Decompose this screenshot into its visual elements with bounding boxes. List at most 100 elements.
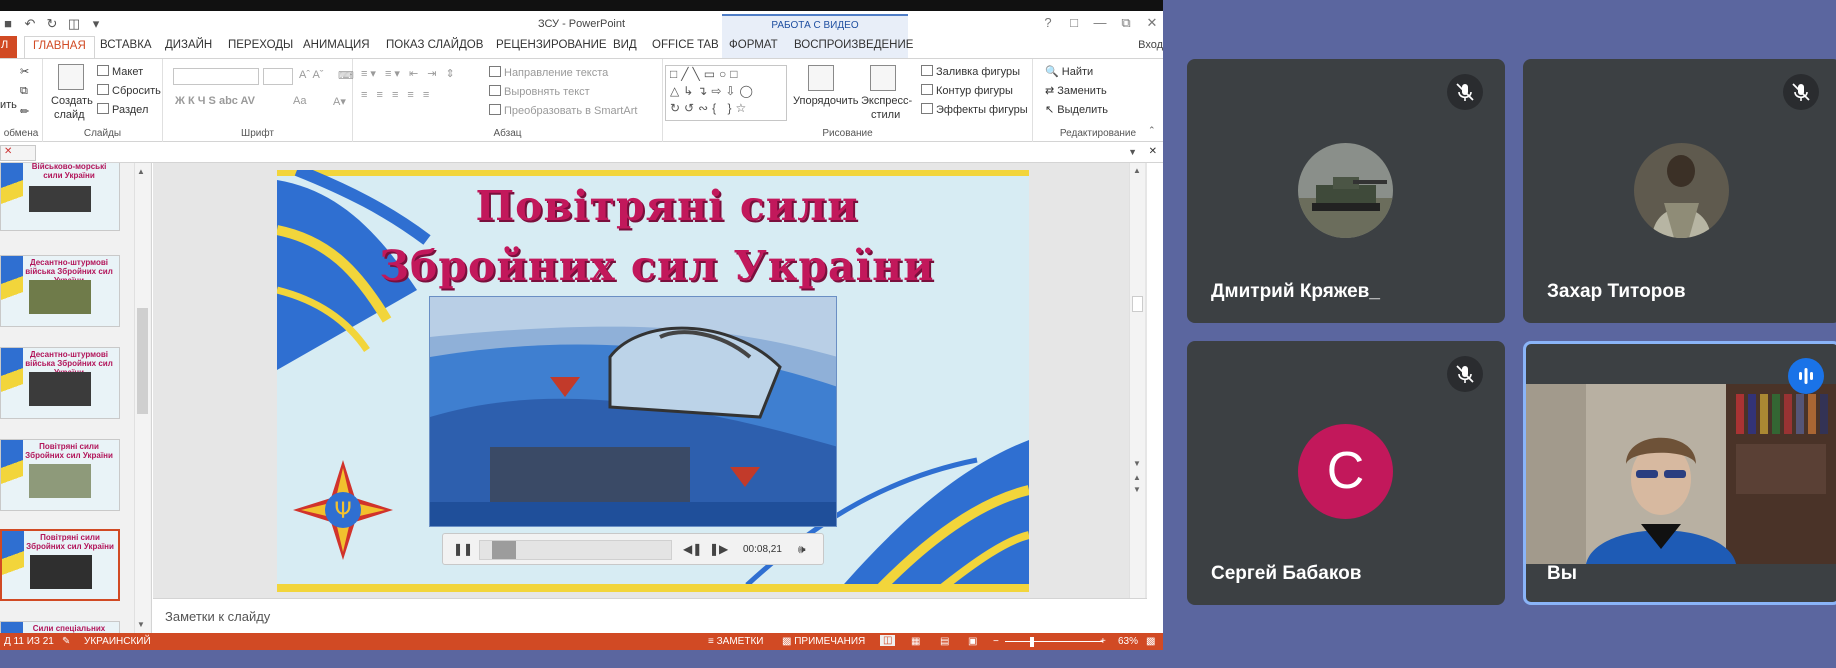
align-text-button[interactable]: Выровнять текст	[489, 85, 590, 98]
tab-file[interactable]: Л	[0, 36, 17, 58]
fit-to-window-icon[interactable]: ▩	[1146, 636, 1155, 647]
comments-toggle[interactable]: ▩ ПРИМЕЧАНИЯ	[782, 636, 865, 647]
new-slide-button-line2[interactable]: слайд	[54, 109, 85, 121]
format-painter-icon[interactable]: ✏	[20, 105, 29, 118]
thumbnails-scrollbar[interactable]: ▲ ▼	[134, 163, 150, 633]
close-icon[interactable]: ✕	[1145, 15, 1159, 31]
participant-tile[interactable]: Дмитрий Кряжев_	[1187, 59, 1505, 323]
layout-button[interactable]: Макет	[97, 65, 143, 78]
font-size-combo[interactable]	[263, 68, 293, 85]
mic-off-icon[interactable]	[1447, 74, 1483, 110]
slide-thumbnail[interactable]: Десантно-штурмові війська Збройних сил У…	[0, 255, 120, 327]
tab-animation[interactable]: АНИМАЦИЯ	[303, 39, 370, 51]
font-name-combo[interactable]	[173, 68, 259, 85]
smartart-button[interactable]: Преобразовать в SmartArt	[489, 104, 637, 117]
step-back-icon[interactable]: ◀❚	[683, 542, 702, 556]
step-forward-icon[interactable]: ❚▶	[709, 542, 728, 556]
tab-review[interactable]: РЕЦЕНЗИРОВАНИЕ	[496, 39, 607, 51]
cut-icon[interactable]: ✂	[20, 65, 29, 78]
language-indicator[interactable]: УКРАИНСКИЙ	[84, 636, 151, 647]
slide-scroll-up-icon[interactable]: ▲	[1133, 166, 1141, 175]
change-case-button[interactable]: Aa	[293, 95, 306, 107]
scroll-down-icon[interactable]: ▼	[137, 620, 145, 629]
slide-thumbnail[interactable]: Військово-морські сили України	[0, 163, 120, 231]
shape-effects-button[interactable]: Эффекты фигуры	[921, 103, 1028, 116]
close-doc-tab-icon[interactable]: ✕	[1149, 146, 1157, 157]
restore-icon[interactable]: ⧉	[1119, 15, 1133, 31]
new-slide-icon[interactable]	[58, 64, 84, 90]
slideshow-view-icon[interactable]: ▣	[968, 636, 977, 647]
quick-styles-button-line2[interactable]: стили	[871, 109, 900, 121]
participant-tile-self[interactable]: Вы	[1523, 341, 1836, 605]
reading-view-icon[interactable]: ▤	[940, 636, 949, 647]
tab-view[interactable]: ВИД	[613, 39, 637, 51]
section-button[interactable]: Раздел	[97, 103, 148, 116]
slide-thumbnail-selected[interactable]: Повітряні сили Збройних сил України	[0, 529, 120, 601]
next-slide-icon[interactable]: ▼	[1133, 485, 1141, 494]
participant-tile[interactable]: Захар Титоров	[1523, 59, 1836, 323]
new-slide-button[interactable]: Создать	[51, 95, 93, 107]
zoom-in-icon[interactable]: +	[1100, 636, 1106, 647]
font-color-icon[interactable]: A▾	[333, 95, 346, 108]
quick-styles-button[interactable]: Экспресс-	[861, 95, 912, 107]
scroll-up-icon[interactable]: ▲	[137, 167, 145, 176]
current-slide[interactable]: Повітряні сили Збройних сил України Ψ ❚❚…	[277, 170, 1029, 592]
zoom-level[interactable]: 63%	[1118, 636, 1138, 647]
slide-scrollbar[interactable]: ▲ ▼ ▲ ▼	[1129, 163, 1145, 598]
shape-fill-button[interactable]: Заливка фигуры	[921, 65, 1020, 78]
font-style-buttons[interactable]: Ж К Ч S abc AV	[175, 95, 255, 107]
previous-slide-icon[interactable]: ▲	[1133, 473, 1141, 482]
slide-scroll-down-icon[interactable]: ▼	[1133, 459, 1141, 468]
zoom-slider-thumb[interactable]	[1030, 637, 1034, 647]
tab-transitions[interactable]: ПЕРЕХОДЫ	[228, 39, 293, 51]
notes-pane[interactable]: Заметки к слайду	[153, 598, 1147, 634]
video-seek-thumb[interactable]	[491, 541, 516, 559]
tab-design[interactable]: ДИЗАЙН	[165, 39, 212, 51]
mic-off-icon[interactable]	[1447, 356, 1483, 392]
slide-scroll-thumb[interactable]	[1132, 296, 1143, 312]
copy-icon[interactable]: ⧉	[20, 85, 28, 98]
grow-font-icon[interactable]: Aˆ Aˇ	[299, 69, 323, 81]
select-button[interactable]: ↖ Выделить	[1045, 103, 1108, 116]
ribbon-display-icon[interactable]: □	[1067, 15, 1081, 31]
spellcheck-icon[interactable]: ✎	[62, 636, 70, 647]
pause-icon[interactable]: ❚❚	[453, 542, 473, 556]
find-button[interactable]: 🔍 Найти	[1045, 65, 1093, 78]
volume-icon[interactable]: 🕪	[798, 542, 806, 557]
shape-outline-button[interactable]: Контур фигуры	[921, 84, 1013, 97]
align-buttons-icon[interactable]: ≡ ≡ ≡ ≡ ≡	[361, 89, 432, 101]
slide-thumbnail[interactable]: Повітряні сили Збройних сил України	[0, 439, 120, 511]
zoom-out-icon[interactable]: −	[993, 636, 999, 647]
text-direction-button[interactable]: Направление текста	[489, 66, 608, 79]
arrange-button[interactable]: Упорядочить	[793, 95, 858, 107]
video-frame[interactable]	[429, 296, 837, 527]
tab-officetab[interactable]: OFFICE TAB	[652, 39, 719, 51]
help-icon[interactable]: ?	[1041, 15, 1055, 31]
slide-thumbnail[interactable]: Сили спеціальних операцій	[0, 621, 120, 633]
tab-insert[interactable]: ВСТАВКА	[100, 39, 152, 51]
list-buttons-icon[interactable]: ≡▾ ≡▾ ⇤ ⇥ ⇕	[361, 67, 458, 80]
clear-format-icon[interactable]: ⌨	[338, 69, 354, 82]
tab-playback[interactable]: ВОСПРОИЗВЕДЕНИЕ	[794, 39, 913, 51]
reset-button[interactable]: Сбросить	[97, 84, 161, 97]
quick-styles-icon[interactable]	[870, 65, 896, 91]
tab-list-icon[interactable]: ▼	[1128, 147, 1137, 157]
minimize-icon[interactable]: —	[1093, 15, 1107, 31]
mic-off-icon[interactable]	[1783, 74, 1819, 110]
document-tab[interactable]: ✕	[0, 145, 36, 161]
tab-home[interactable]: ГЛАВНАЯ	[24, 36, 95, 59]
slide-thumbnail[interactable]: Десантно-штурмові війська Збройних сил У…	[0, 347, 120, 419]
arrange-icon[interactable]	[808, 65, 834, 91]
zoom-slider[interactable]	[1005, 641, 1103, 642]
slide-sorter-icon[interactable]: ▦	[911, 636, 920, 647]
sign-in-link[interactable]: Вход	[1138, 39, 1163, 51]
thumbnails-scroll-thumb[interactable]	[137, 308, 148, 414]
collapse-ribbon-icon[interactable]: ⌃	[1148, 125, 1156, 136]
tab-slideshow[interactable]: ПОКАЗ СЛАЙДОВ	[386, 39, 483, 51]
tab-format[interactable]: ФОРМАТ	[729, 39, 778, 51]
shapes-gallery[interactable]: □╱╲▭○□ △↳↴⇨⇩◯ ↻↺∾{ }☆	[665, 65, 787, 121]
paste-button[interactable]: ить	[0, 99, 17, 111]
normal-view-icon[interactable]: ◫	[880, 635, 896, 646]
replace-button[interactable]: ⇄ Заменить	[1045, 84, 1107, 97]
notes-toggle[interactable]: ≡ ЗАМЕТКИ	[708, 636, 763, 647]
